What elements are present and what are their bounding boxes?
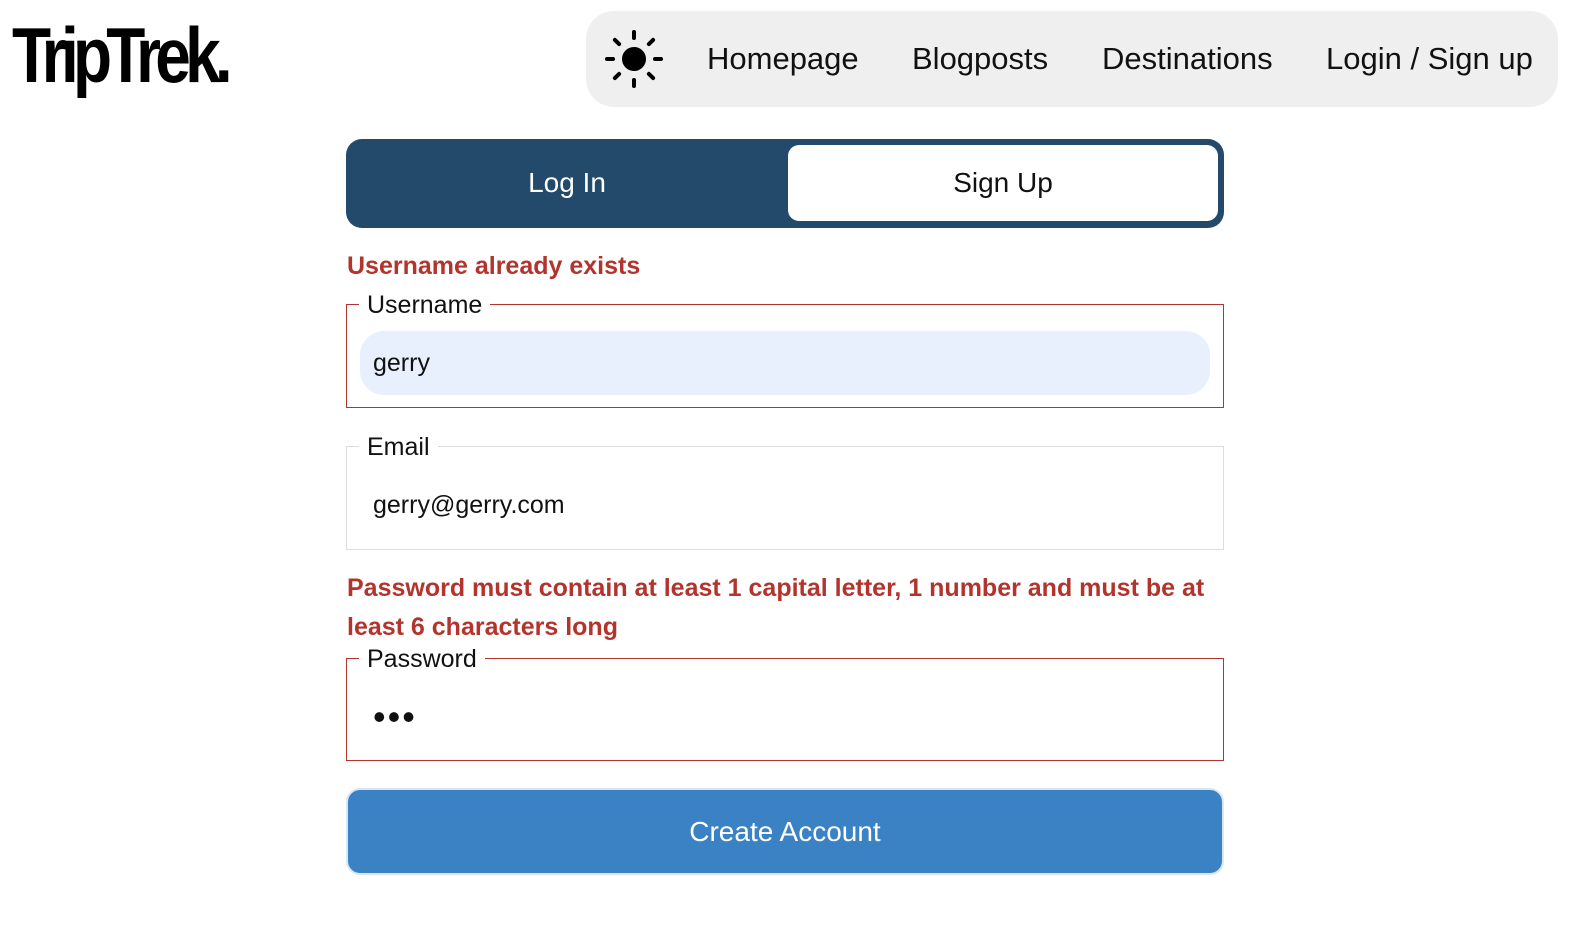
username-error-message: Username already exists bbox=[347, 252, 641, 280]
email-label: Email bbox=[359, 433, 438, 461]
password-fieldset[interactable]: Password ••• bbox=[346, 645, 1224, 761]
tab-sign-up[interactable]: Sign Up bbox=[788, 145, 1218, 221]
triptrek-logo[interactable]: TripTrek. bbox=[12, 14, 233, 96]
password-input[interactable]: ••• bbox=[373, 699, 417, 735]
password-label: Password bbox=[359, 645, 485, 673]
signup-page: TripTrek. Homepage Blogposts Destination… bbox=[0, 0, 1578, 940]
create-account-button[interactable]: Create Account bbox=[346, 788, 1224, 875]
tab-log-in[interactable]: Log In bbox=[346, 145, 788, 221]
username-input[interactable] bbox=[360, 331, 1210, 395]
nav-login-signup[interactable]: Login / Sign up bbox=[1326, 39, 1533, 79]
password-error-message: Password must contain at least 1 capital… bbox=[347, 574, 1205, 641]
username-label: Username bbox=[359, 291, 491, 319]
username-fieldset: Username bbox=[346, 291, 1224, 408]
email-fieldset: Email bbox=[346, 433, 1224, 550]
email-input[interactable] bbox=[360, 473, 1210, 537]
auth-tabs: Log In Sign Up bbox=[346, 139, 1224, 228]
nav-blogposts[interactable]: Blogposts bbox=[912, 39, 1048, 79]
top-navbar: Homepage Blogposts Destinations Login / … bbox=[586, 11, 1558, 107]
nav-homepage[interactable]: Homepage bbox=[707, 39, 859, 79]
nav-destinations[interactable]: Destinations bbox=[1102, 39, 1273, 79]
sun-icon[interactable] bbox=[604, 29, 664, 89]
